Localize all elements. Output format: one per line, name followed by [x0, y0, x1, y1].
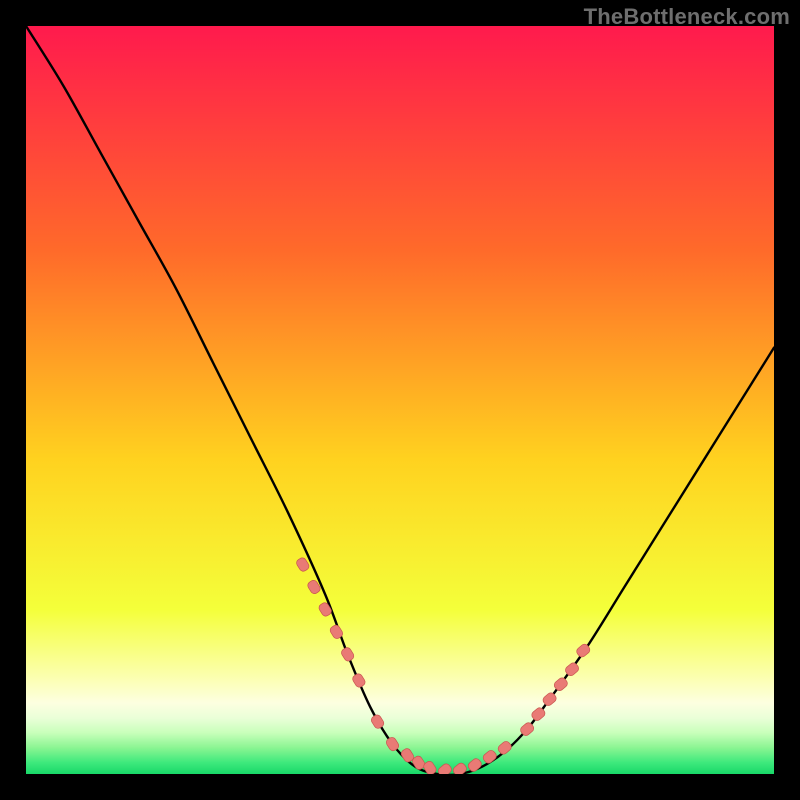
bottleneck-chart [26, 26, 774, 774]
gradient-background [26, 26, 774, 774]
watermark-text: TheBottleneck.com [584, 4, 790, 30]
chart-frame [26, 26, 774, 774]
